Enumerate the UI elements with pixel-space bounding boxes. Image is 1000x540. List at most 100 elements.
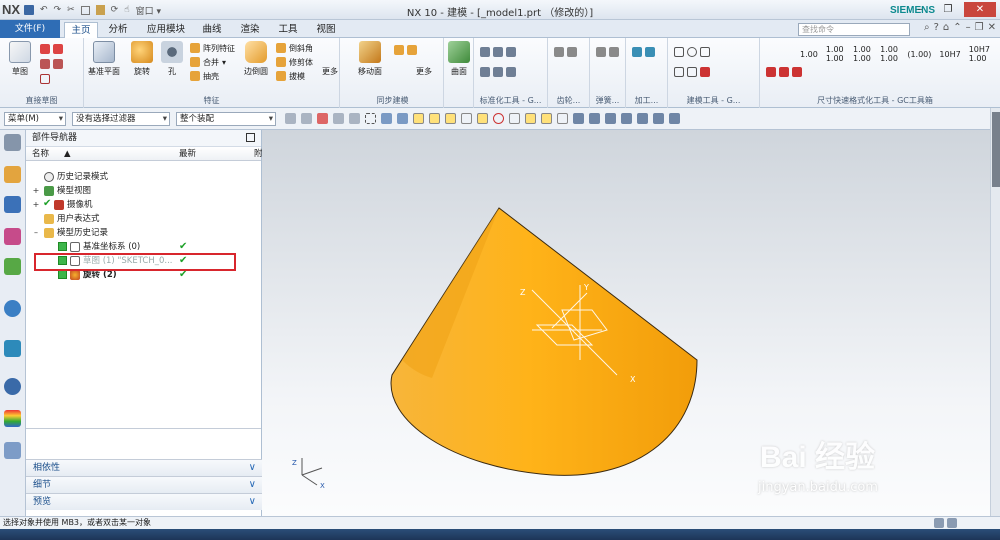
snap-tool-7-icon[interactable] — [397, 113, 408, 124]
dim-format-3[interactable]: 1.00 1.00 — [853, 45, 872, 63]
select-box-icon[interactable] — [365, 113, 376, 124]
view-fit-icon[interactable] — [573, 113, 584, 124]
command-search-input[interactable]: 查找命令 — [798, 23, 910, 36]
shading-icon[interactable] — [653, 113, 664, 124]
shell-button[interactable]: 抽壳 — [190, 70, 219, 82]
snap-line-icon[interactable] — [429, 113, 440, 124]
reuse-library-icon[interactable] — [4, 258, 21, 275]
spline-tool-icon[interactable] — [40, 59, 50, 69]
feature-more-button[interactable]: 更多 — [320, 66, 340, 77]
rectangle-tool-icon[interactable] — [40, 74, 50, 84]
tab-curve[interactable]: 曲线 — [198, 22, 226, 38]
dim-format-6[interactable]: 10H7 — [939, 50, 960, 59]
hole-button[interactable]: 孔 — [154, 41, 190, 77]
combine-dropdown-icon[interactable]: ▾ — [222, 58, 226, 67]
hd3d-tools-icon[interactable] — [4, 300, 21, 317]
pattern-feature-button[interactable]: 阵列特征 — [190, 42, 235, 54]
snap-point-icon[interactable] — [413, 113, 424, 124]
spring-tool-icon[interactable] — [596, 47, 606, 57]
gear-tool2-icon[interactable] — [567, 47, 577, 57]
snap-tool-4-icon[interactable] — [333, 113, 344, 124]
column-name[interactable]: 名称 — [32, 147, 49, 161]
dim-format-5[interactable]: (1.00) — [907, 50, 931, 59]
history-icon[interactable] — [4, 378, 21, 395]
snap-quadrant-icon[interactable] — [509, 113, 520, 124]
tab-file[interactable]: 文件(F) — [0, 20, 60, 38]
panel-preview[interactable]: 预览 ∨ — [26, 493, 262, 510]
combine-button[interactable]: 合并 ▾ — [190, 56, 226, 68]
grid-tool-icon[interactable] — [700, 47, 710, 57]
scrollbar-thumb[interactable] — [992, 112, 1000, 187]
part-navigator-icon[interactable] — [4, 228, 21, 245]
ribbon-minimize-icon[interactable]: – — [966, 22, 971, 33]
table-tool-icon[interactable] — [674, 67, 684, 77]
flag-tool-icon[interactable] — [700, 67, 710, 77]
visibility-checkbox[interactable] — [58, 270, 67, 279]
gear-tool-icon[interactable] — [554, 47, 564, 57]
tree-row-model-history[interactable]: – 模型历史记录 — [26, 226, 262, 240]
triangle-tool-icon[interactable] — [674, 47, 684, 57]
tab-home[interactable]: 主页 — [64, 22, 98, 38]
tab-applications[interactable]: 应用模块 — [142, 22, 190, 38]
snap-tool-2-icon[interactable] — [301, 113, 312, 124]
help-icon[interactable]: ? — [934, 22, 939, 33]
expand-icon[interactable]: + — [32, 201, 40, 209]
status-icon-2[interactable] — [947, 518, 957, 528]
snap-curve-icon[interactable] — [461, 113, 472, 124]
dim-format-1[interactable]: 1.00 — [800, 50, 818, 59]
tab-analysis[interactable]: 分析 — [104, 22, 132, 38]
snap-tool-1-icon[interactable] — [285, 113, 296, 124]
dim-tool-c-icon[interactable] — [792, 67, 802, 77]
tree-row-model-views[interactable]: + 模型视图 — [26, 184, 262, 198]
view-zoom-icon[interactable] — [605, 113, 616, 124]
restore-button[interactable]: ❐ — [936, 2, 960, 17]
std-tool-b-icon[interactable] — [493, 47, 503, 57]
tab-tools[interactable]: 工具 — [274, 22, 302, 38]
constraint-tool-icon[interactable] — [53, 59, 63, 69]
tree-row-camera[interactable]: + ✔ 摄像机 — [26, 198, 262, 212]
move-face-button[interactable]: 移动面 — [352, 41, 388, 77]
std-tool-e-icon[interactable] — [493, 67, 503, 77]
surface-button[interactable]: 曲面 — [444, 41, 474, 77]
line-tool-icon[interactable] — [40, 44, 50, 54]
view-orient-icon[interactable] — [669, 113, 680, 124]
sketch-button[interactable]: 草图 — [2, 41, 38, 77]
std-tool-a-icon[interactable] — [480, 47, 490, 57]
chamfer-button[interactable]: 倒斜角 — [276, 42, 313, 54]
tab-render[interactable]: 渲染 — [236, 22, 264, 38]
edge-blend-button[interactable]: 边倒圆 — [238, 41, 274, 77]
snap-end-icon[interactable] — [445, 113, 456, 124]
web-browser-icon[interactable] — [4, 340, 21, 357]
panel-details[interactable]: 细节 ∨ — [26, 476, 262, 493]
arc-tool-icon[interactable] — [53, 44, 63, 54]
dim-tool-a-icon[interactable] — [766, 67, 776, 77]
spring-tool2-icon[interactable] — [609, 47, 619, 57]
render-style-icon[interactable] — [637, 113, 648, 124]
circle-tool-icon[interactable] — [687, 47, 697, 57]
settings-icon[interactable] — [4, 134, 21, 151]
palettes-icon[interactable] — [4, 410, 21, 427]
role-icon[interactable] — [4, 442, 21, 459]
dim-format-2[interactable]: 1.00 1.00 — [826, 45, 845, 63]
draft-button[interactable]: 拔模 — [276, 70, 305, 82]
snap-tangent-icon[interactable] — [541, 113, 552, 124]
machining-tool-icon[interactable] — [632, 47, 642, 57]
close-button[interactable]: ✕ — [964, 2, 996, 17]
pin-icon[interactable] — [246, 133, 255, 142]
snap-cross-icon[interactable] — [525, 113, 536, 124]
constraint-navigator-icon[interactable] — [4, 196, 21, 213]
assembly-scope-dropdown[interactable]: 整个装配 — [176, 112, 276, 126]
machining-tool2-icon[interactable] — [645, 47, 655, 57]
tree-row-user-expressions[interactable]: 用户表达式 — [26, 212, 262, 226]
sheet-tool-icon[interactable] — [687, 67, 697, 77]
expand-icon[interactable]: + — [32, 187, 40, 195]
sync-more-button[interactable]: 更多 — [408, 66, 440, 77]
tab-view[interactable]: 视图 — [312, 22, 340, 38]
std-tool-d-icon[interactable] — [480, 67, 490, 77]
snap-center-icon[interactable] — [493, 113, 504, 124]
snap-tool-6-icon[interactable] — [381, 113, 392, 124]
delete-face-icon[interactable] — [394, 45, 404, 55]
panel-dependencies[interactable]: 相依性 ∨ — [26, 459, 262, 476]
assembly-navigator-icon[interactable] — [4, 166, 21, 183]
snap-edit-icon[interactable] — [557, 113, 568, 124]
